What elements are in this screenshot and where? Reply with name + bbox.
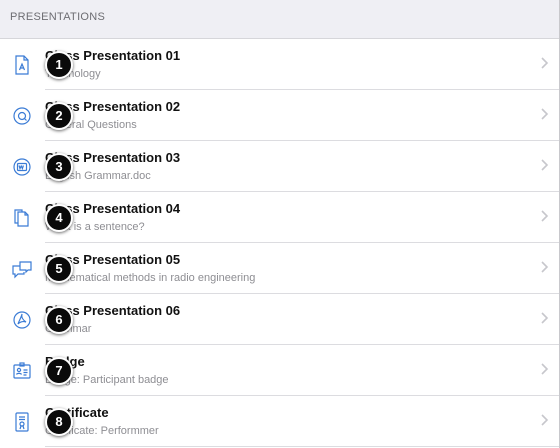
item-subtitle: General Questions bbox=[45, 119, 137, 131]
list-item[interactable]: Class Presentation 01 Technology 1 bbox=[0, 39, 559, 90]
item-title: Class Presentation 01 bbox=[45, 48, 181, 63]
chevron-right-icon bbox=[541, 363, 549, 375]
list-item[interactable]: Class Presentation 06 Grammar 6 bbox=[0, 294, 559, 345]
chat-bubbles-icon bbox=[11, 258, 33, 280]
item-subtitle: Technology bbox=[45, 68, 101, 80]
document-icon bbox=[11, 54, 33, 76]
badge-card-icon bbox=[11, 360, 33, 382]
item-subtitle: Mathematical methods in radio engineerin… bbox=[45, 272, 256, 284]
list-item[interactable]: Badge Badge: Participant badge 7 bbox=[0, 345, 559, 396]
chevron-right-icon bbox=[541, 414, 549, 426]
chevron-right-icon bbox=[541, 159, 549, 171]
step-number-badge: 1 bbox=[45, 51, 73, 79]
chevron-right-icon bbox=[541, 312, 549, 324]
item-subtitle: English Grammar.doc bbox=[45, 170, 151, 182]
list-item[interactable]: Class Presentation 04 What is a sentence… bbox=[0, 192, 559, 243]
item-title: Class Presentation 02 bbox=[45, 99, 181, 114]
item-subtitle: Badge: Participant badge bbox=[45, 374, 169, 386]
step-number-badge: 8 bbox=[45, 408, 73, 436]
presentations-screen: PRESENTATIONS Class Presentation 01 Tech… bbox=[0, 0, 560, 448]
item-subtitle: Certificate: Performmer bbox=[45, 425, 159, 437]
item-subtitle: Grammar bbox=[45, 322, 519, 337]
step-number-badge: 2 bbox=[45, 102, 73, 130]
list-item[interactable]: Class Presentation 05 Mathematical metho… bbox=[0, 243, 559, 294]
step-number-badge: 7 bbox=[45, 357, 73, 385]
pdf-icon bbox=[11, 309, 33, 331]
section-header: PRESENTATIONS bbox=[0, 0, 559, 39]
item-title: Class Presentation 05 bbox=[45, 252, 181, 267]
item-title: Certificate bbox=[45, 405, 109, 420]
item-subtitle: What is a sentence? bbox=[45, 221, 145, 233]
step-number-badge: 5 bbox=[45, 255, 73, 283]
step-number-badge: 4 bbox=[45, 204, 73, 232]
word-document-icon bbox=[11, 156, 33, 178]
item-title: Class Presentation 06 bbox=[45, 303, 181, 318]
step-number-badge: 6 bbox=[45, 306, 73, 334]
item-title: Class Presentation 03 bbox=[45, 150, 181, 165]
step-number-badge: 3 bbox=[45, 153, 73, 181]
list-item[interactable]: Certificate Certificate: Performmer 8 bbox=[0, 396, 559, 447]
copy-pages-icon bbox=[11, 207, 33, 229]
presentation-list: Class Presentation 01 Technology 1 Class… bbox=[0, 39, 559, 447]
list-item[interactable]: Class Presentation 03 English Grammar.do… bbox=[0, 141, 559, 192]
chevron-right-icon bbox=[541, 210, 549, 222]
chevron-right-icon bbox=[541, 108, 549, 120]
certificate-icon bbox=[11, 411, 33, 433]
chevron-right-icon bbox=[541, 57, 549, 69]
list-item[interactable]: Class Presentation 02 General Questions … bbox=[0, 90, 559, 141]
quiz-icon bbox=[11, 105, 33, 127]
item-title: Class Presentation 04 bbox=[45, 201, 181, 216]
section-title: PRESENTATIONS bbox=[10, 11, 106, 23]
item-title: Badge bbox=[45, 354, 519, 370]
chevron-right-icon bbox=[541, 261, 549, 273]
